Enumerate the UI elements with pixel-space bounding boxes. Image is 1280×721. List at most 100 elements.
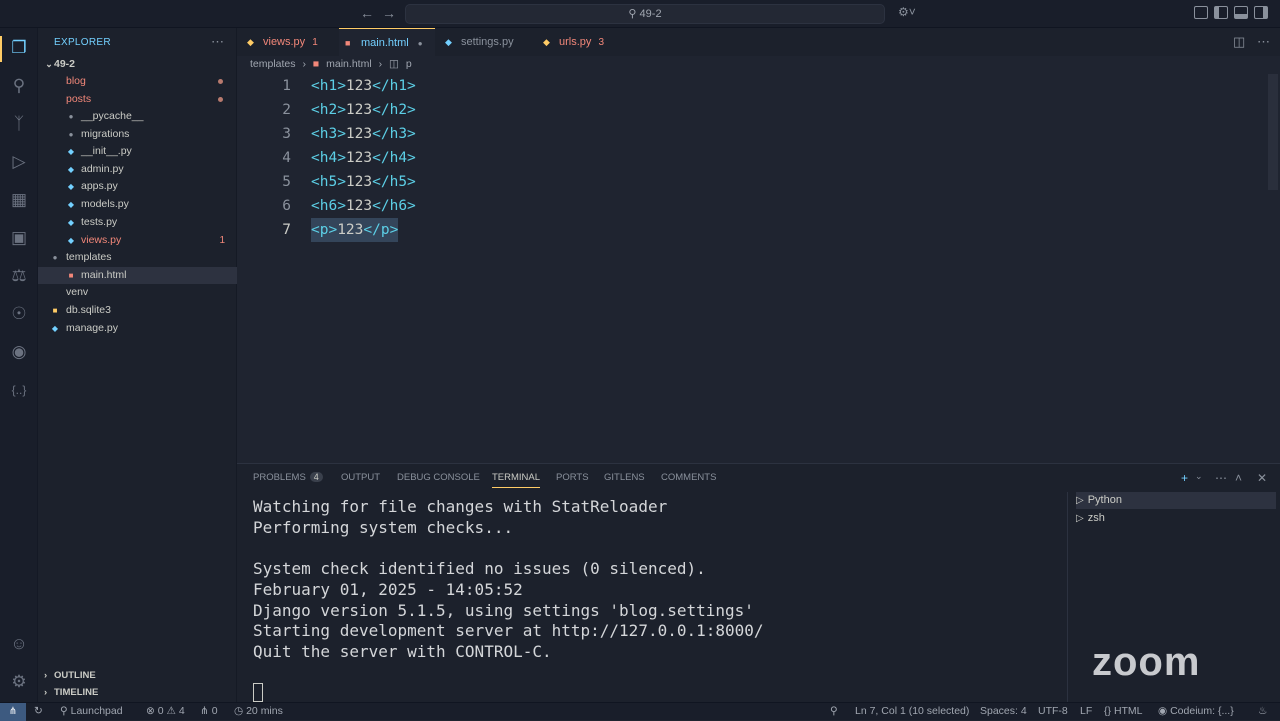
editor-scrollbar[interactable] bbox=[1268, 74, 1278, 190]
tab-settings-py[interactable]: ◆ settings.py bbox=[445, 28, 535, 56]
cursor-position[interactable]: Ln 7, Col 1 (10 selected) bbox=[855, 705, 969, 717]
split-editor-icon[interactable]: ◫ bbox=[1233, 28, 1245, 56]
terminal-item-python[interactable]: ▷ Python bbox=[1076, 492, 1276, 509]
new-terminal-icon[interactable]: + bbox=[1181, 471, 1188, 485]
search-icon[interactable]: ⚲ bbox=[9, 76, 29, 96]
tree-item-apps[interactable]: ◆ apps.py bbox=[38, 178, 237, 195]
settings-gear-icon[interactable]: ⚙ bbox=[9, 672, 29, 692]
codeium-icon[interactable]: ◉ bbox=[9, 342, 29, 362]
json-icon[interactable]: {..} bbox=[9, 380, 29, 400]
tab-ports[interactable]: PORTS bbox=[556, 472, 589, 483]
search-icon: ⚲ bbox=[628, 8, 637, 20]
window-title: 49-2 bbox=[639, 8, 662, 20]
chevron-down-icon[interactable]: ⌄ bbox=[1195, 471, 1203, 482]
account-sync-icon[interactable]: ↻ bbox=[34, 705, 43, 717]
tab-problems[interactable]: PROBLEMS 4 bbox=[253, 472, 323, 483]
tree-item-init[interactable]: ◆ __init__.py bbox=[38, 143, 237, 160]
extensions-icon[interactable]: ▦ bbox=[9, 190, 29, 210]
terminal-item-zsh[interactable]: ▷ zsh bbox=[1076, 510, 1276, 527]
html-icon: ■ bbox=[312, 58, 320, 70]
tab-comments[interactable]: COMMENTS bbox=[661, 472, 716, 483]
source-control-icon[interactable]: ᛉ bbox=[9, 114, 29, 134]
toggle-sidebar-icon[interactable] bbox=[1214, 6, 1228, 19]
language-mode[interactable]: {} HTML bbox=[1104, 705, 1143, 717]
notifications-bell-icon[interactable]: ♨ bbox=[1258, 705, 1267, 717]
close-panel-icon[interactable]: ✕ bbox=[1257, 471, 1267, 485]
tree-item-models[interactable]: ◆ models.py bbox=[38, 196, 237, 213]
modified-dot bbox=[218, 79, 223, 84]
remote-icon[interactable]: ⋔ bbox=[0, 703, 26, 721]
back-arrow-icon[interactable]: ← bbox=[360, 5, 374, 21]
ellipsis-icon[interactable]: ⋯ bbox=[1215, 471, 1227, 485]
tree-item-db[interactable]: ■ db.sqlite3 bbox=[38, 302, 237, 319]
tree-item-main-html[interactable]: ■ main.html bbox=[38, 267, 237, 284]
tree-item-templates[interactable]: ● templates bbox=[38, 249, 237, 266]
tab-urls-py[interactable]: ◆ urls.py 3 bbox=[543, 28, 627, 56]
tree-item-posts[interactable]: posts bbox=[38, 91, 237, 108]
breadcrumb-templates[interactable]: templates bbox=[250, 58, 296, 70]
forward-arrow-icon[interactable]: → bbox=[382, 5, 396, 21]
folder-icon: ● bbox=[68, 112, 74, 121]
toggle-secondary-sidebar-icon[interactable] bbox=[1254, 6, 1268, 19]
terminal-line: Quit the server with CONTROL-C. bbox=[253, 642, 552, 661]
python-icon: ◆ bbox=[67, 147, 75, 156]
maximize-panel-icon[interactable]: ˄ bbox=[1235, 471, 1242, 485]
ports-status[interactable]: ⋔ 0 bbox=[200, 705, 218, 717]
tree-item-views[interactable]: ◆ views.py 1 bbox=[38, 232, 237, 249]
zoom-watermark-logo: zoom bbox=[1092, 640, 1201, 684]
copilot-icon[interactable]: ⚙˅ bbox=[898, 5, 916, 19]
tree-item-blog[interactable]: blog bbox=[38, 73, 237, 90]
tab-gitlens[interactable]: GITLENS bbox=[604, 472, 645, 483]
account-icon[interactable]: ☺ bbox=[9, 634, 29, 654]
tree-item-manage[interactable]: ◆ manage.py bbox=[38, 320, 237, 337]
tab-views-py[interactable]: ◆ views.py 1 bbox=[247, 28, 339, 56]
explorer-icon[interactable]: ❐ bbox=[9, 38, 29, 58]
python-icon: ◆ bbox=[67, 182, 75, 191]
editor-tabs: ◆ views.py 1 ■ main.html ● ◆ settings.py ◆ u… bbox=[237, 28, 1280, 56]
terminal-line: Watching for file changes with StatReloa… bbox=[253, 497, 668, 516]
gitlens-icon[interactable]: ☉ bbox=[9, 304, 29, 324]
run-debug-icon[interactable]: ▷ bbox=[9, 152, 29, 172]
code-editor[interactable]: 1 <h1>123</h1> 2 <h2>123</h2> 3 <h3>123<… bbox=[237, 74, 1267, 462]
html-icon: ■ bbox=[68, 271, 74, 280]
breadcrumb-p[interactable]: p bbox=[406, 58, 412, 70]
indentation[interactable]: Spaces: 4 bbox=[980, 705, 1027, 717]
chevron-right-icon: › bbox=[302, 58, 306, 70]
codeium-status[interactable]: ◉ Codeium: {...} bbox=[1158, 705, 1234, 717]
zoom-icon[interactable]: ⚲ bbox=[830, 705, 838, 717]
tree-item-migrations[interactable]: ● migrations bbox=[38, 126, 237, 143]
terminal-line: System check identified no issues (0 sil… bbox=[253, 559, 706, 578]
workspace-root[interactable]: ⌄ 49-2 bbox=[38, 56, 237, 73]
database-icon: ■ bbox=[52, 306, 58, 315]
terminal-line: Performing system checks... bbox=[253, 518, 514, 537]
tree-item-admin[interactable]: ◆ admin.py bbox=[38, 161, 237, 178]
tree-item-tests[interactable]: ◆ tests.py bbox=[38, 214, 237, 231]
chevron-right-icon: › bbox=[378, 58, 383, 70]
launchpad-button[interactable]: ⚲ Launchpad bbox=[60, 705, 123, 717]
tree-item-venv[interactable]: venv bbox=[38, 284, 237, 301]
tab-terminal[interactable]: TERMINAL bbox=[492, 472, 541, 488]
remote-explorer-icon[interactable]: ▣ bbox=[9, 228, 29, 248]
problems-status[interactable]: ⊗ 0 ⚠ 4 bbox=[146, 705, 185, 717]
breadcrumb-main-html[interactable]: main.html bbox=[326, 58, 372, 70]
folder-icon: ● bbox=[52, 253, 58, 262]
activity-bar: ❐ ⚲ ᛉ ▷ ▦ ▣ ⚖ ☉ ◉ {..} ☺ ⚙ bbox=[0, 28, 38, 702]
python-icon: ◆ bbox=[445, 37, 452, 47]
outline-section[interactable]: › OUTLINE bbox=[38, 667, 237, 684]
tab-output[interactable]: OUTPUT bbox=[341, 472, 380, 483]
tab-debug-console[interactable]: DEBUG CONSOLE bbox=[397, 472, 480, 483]
customize-layout-icon[interactable] bbox=[1194, 6, 1208, 19]
tree-item-pycache[interactable]: ● __pycache__ bbox=[38, 108, 237, 125]
end-of-line[interactable]: LF bbox=[1080, 705, 1092, 717]
timeline-section[interactable]: › TIMELINE bbox=[38, 684, 237, 701]
encoding[interactable]: UTF-8 bbox=[1038, 705, 1068, 717]
toggle-panel-icon[interactable] bbox=[1234, 6, 1248, 19]
explorer-title: EXPLORER bbox=[54, 37, 111, 48]
time-status[interactable]: ◷ 20 mins bbox=[234, 705, 283, 717]
command-center[interactable]: ⚲ 49-2 bbox=[405, 4, 885, 24]
unsaved-dot[interactable]: ● bbox=[418, 39, 423, 48]
ellipsis-icon[interactable]: ⋯ bbox=[211, 34, 224, 50]
ellipsis-icon[interactable]: ⋯ bbox=[1257, 28, 1270, 56]
tab-main-html[interactable]: ■ main.html ● bbox=[339, 28, 435, 56]
testing-icon[interactable]: ⚖ bbox=[9, 266, 29, 286]
